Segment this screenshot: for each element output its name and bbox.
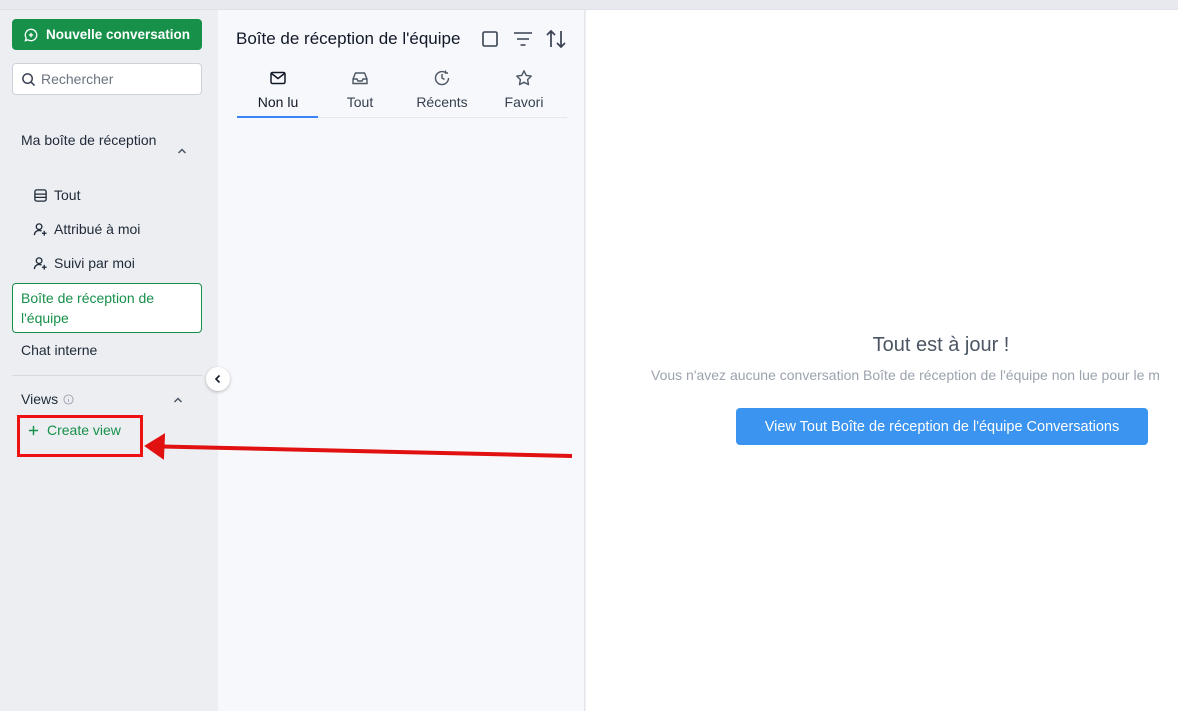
- sidebar-item-followed[interactable]: Suivi par moi: [33, 252, 135, 274]
- tab-label: Récents: [416, 94, 468, 110]
- checkbox-icon: [482, 31, 498, 47]
- sidebar-item-label: Tout: [54, 187, 81, 203]
- create-view-label: Create view: [47, 422, 121, 438]
- views-label: Views: [21, 391, 59, 407]
- tab-favorites[interactable]: Favori: [483, 66, 565, 117]
- tab-label: Favori: [504, 94, 544, 110]
- stack-icon: [34, 188, 47, 202]
- tab-unread[interactable]: Non lu: [237, 66, 319, 118]
- collapse-sidebar-button[interactable]: [206, 367, 230, 391]
- tab-label: Tout: [346, 94, 374, 110]
- search-icon: [22, 72, 36, 86]
- conversation-detail-panel: Tout est à jour ! Vous n'avez aucune con…: [586, 10, 1178, 711]
- sidebar-item-assigned[interactable]: Attribué à moi: [33, 218, 140, 240]
- sidebar-item-internal-chat[interactable]: Chat interne: [21, 342, 97, 358]
- info-icon[interactable]: [63, 393, 74, 405]
- new-conversation-button[interactable]: Nouvelle conversation: [12, 19, 202, 50]
- tab-label: Non lu: [257, 94, 299, 110]
- empty-state-subtitle: Vous n'avez aucune conversation Boîte de…: [651, 367, 1160, 383]
- mail-icon: [270, 71, 286, 85]
- star-icon: [516, 70, 532, 86]
- select-checkbox[interactable]: [479, 28, 501, 50]
- my-inbox-heading[interactable]: Ma boîte de réception: [21, 130, 181, 150]
- chevron-up-icon[interactable]: [176, 145, 188, 157]
- sidebar-item-label: Attribué à moi: [54, 221, 141, 237]
- search-box[interactable]: [12, 63, 202, 95]
- tab-all[interactable]: Tout: [319, 66, 401, 117]
- create-view-button[interactable]: Create view: [28, 422, 121, 438]
- list-title: Boîte de réception de l'équipe: [236, 29, 461, 48]
- views-heading[interactable]: Views: [21, 391, 74, 407]
- chevron-left-icon: [214, 374, 221, 384]
- sidebar-item-all[interactable]: Tout: [33, 184, 80, 206]
- view-all-conversations-button[interactable]: View Tout Boîte de réception de l'équipe…: [736, 408, 1148, 445]
- user-plus-icon: [33, 222, 47, 236]
- empty-state-title: Tout est à jour !: [872, 334, 1010, 356]
- search-input[interactable]: [41, 71, 191, 87]
- chat-plus-icon: [24, 28, 38, 42]
- conversation-list-panel: Boîte de réception de l'équipe Non lu To…: [218, 10, 585, 711]
- sort-arrows-icon: [546, 29, 566, 49]
- clock-icon: [434, 70, 450, 86]
- tab-recent[interactable]: Récents: [401, 66, 483, 117]
- conversation-tabs: Non lu Tout Récents Favori: [237, 66, 567, 118]
- top-strip: [0, 0, 1178, 10]
- sidebar-item-label: Suivi par moi: [54, 255, 135, 271]
- filter-icon: [514, 32, 532, 46]
- chevron-up-icon[interactable]: [172, 394, 184, 406]
- sidebar-item-team-inbox[interactable]: Boîte de réception de l'équipe: [12, 283, 202, 333]
- sidebar: Nouvelle conversation Ma boîte de récept…: [0, 10, 218, 711]
- user-plus-icon: [33, 256, 47, 270]
- filter-button[interactable]: [512, 28, 534, 50]
- sort-button[interactable]: [545, 28, 567, 50]
- new-conversation-label: Nouvelle conversation: [45, 27, 191, 42]
- inbox-icon: [352, 72, 368, 85]
- sidebar-divider: [12, 375, 202, 376]
- plus-icon: [28, 425, 39, 435]
